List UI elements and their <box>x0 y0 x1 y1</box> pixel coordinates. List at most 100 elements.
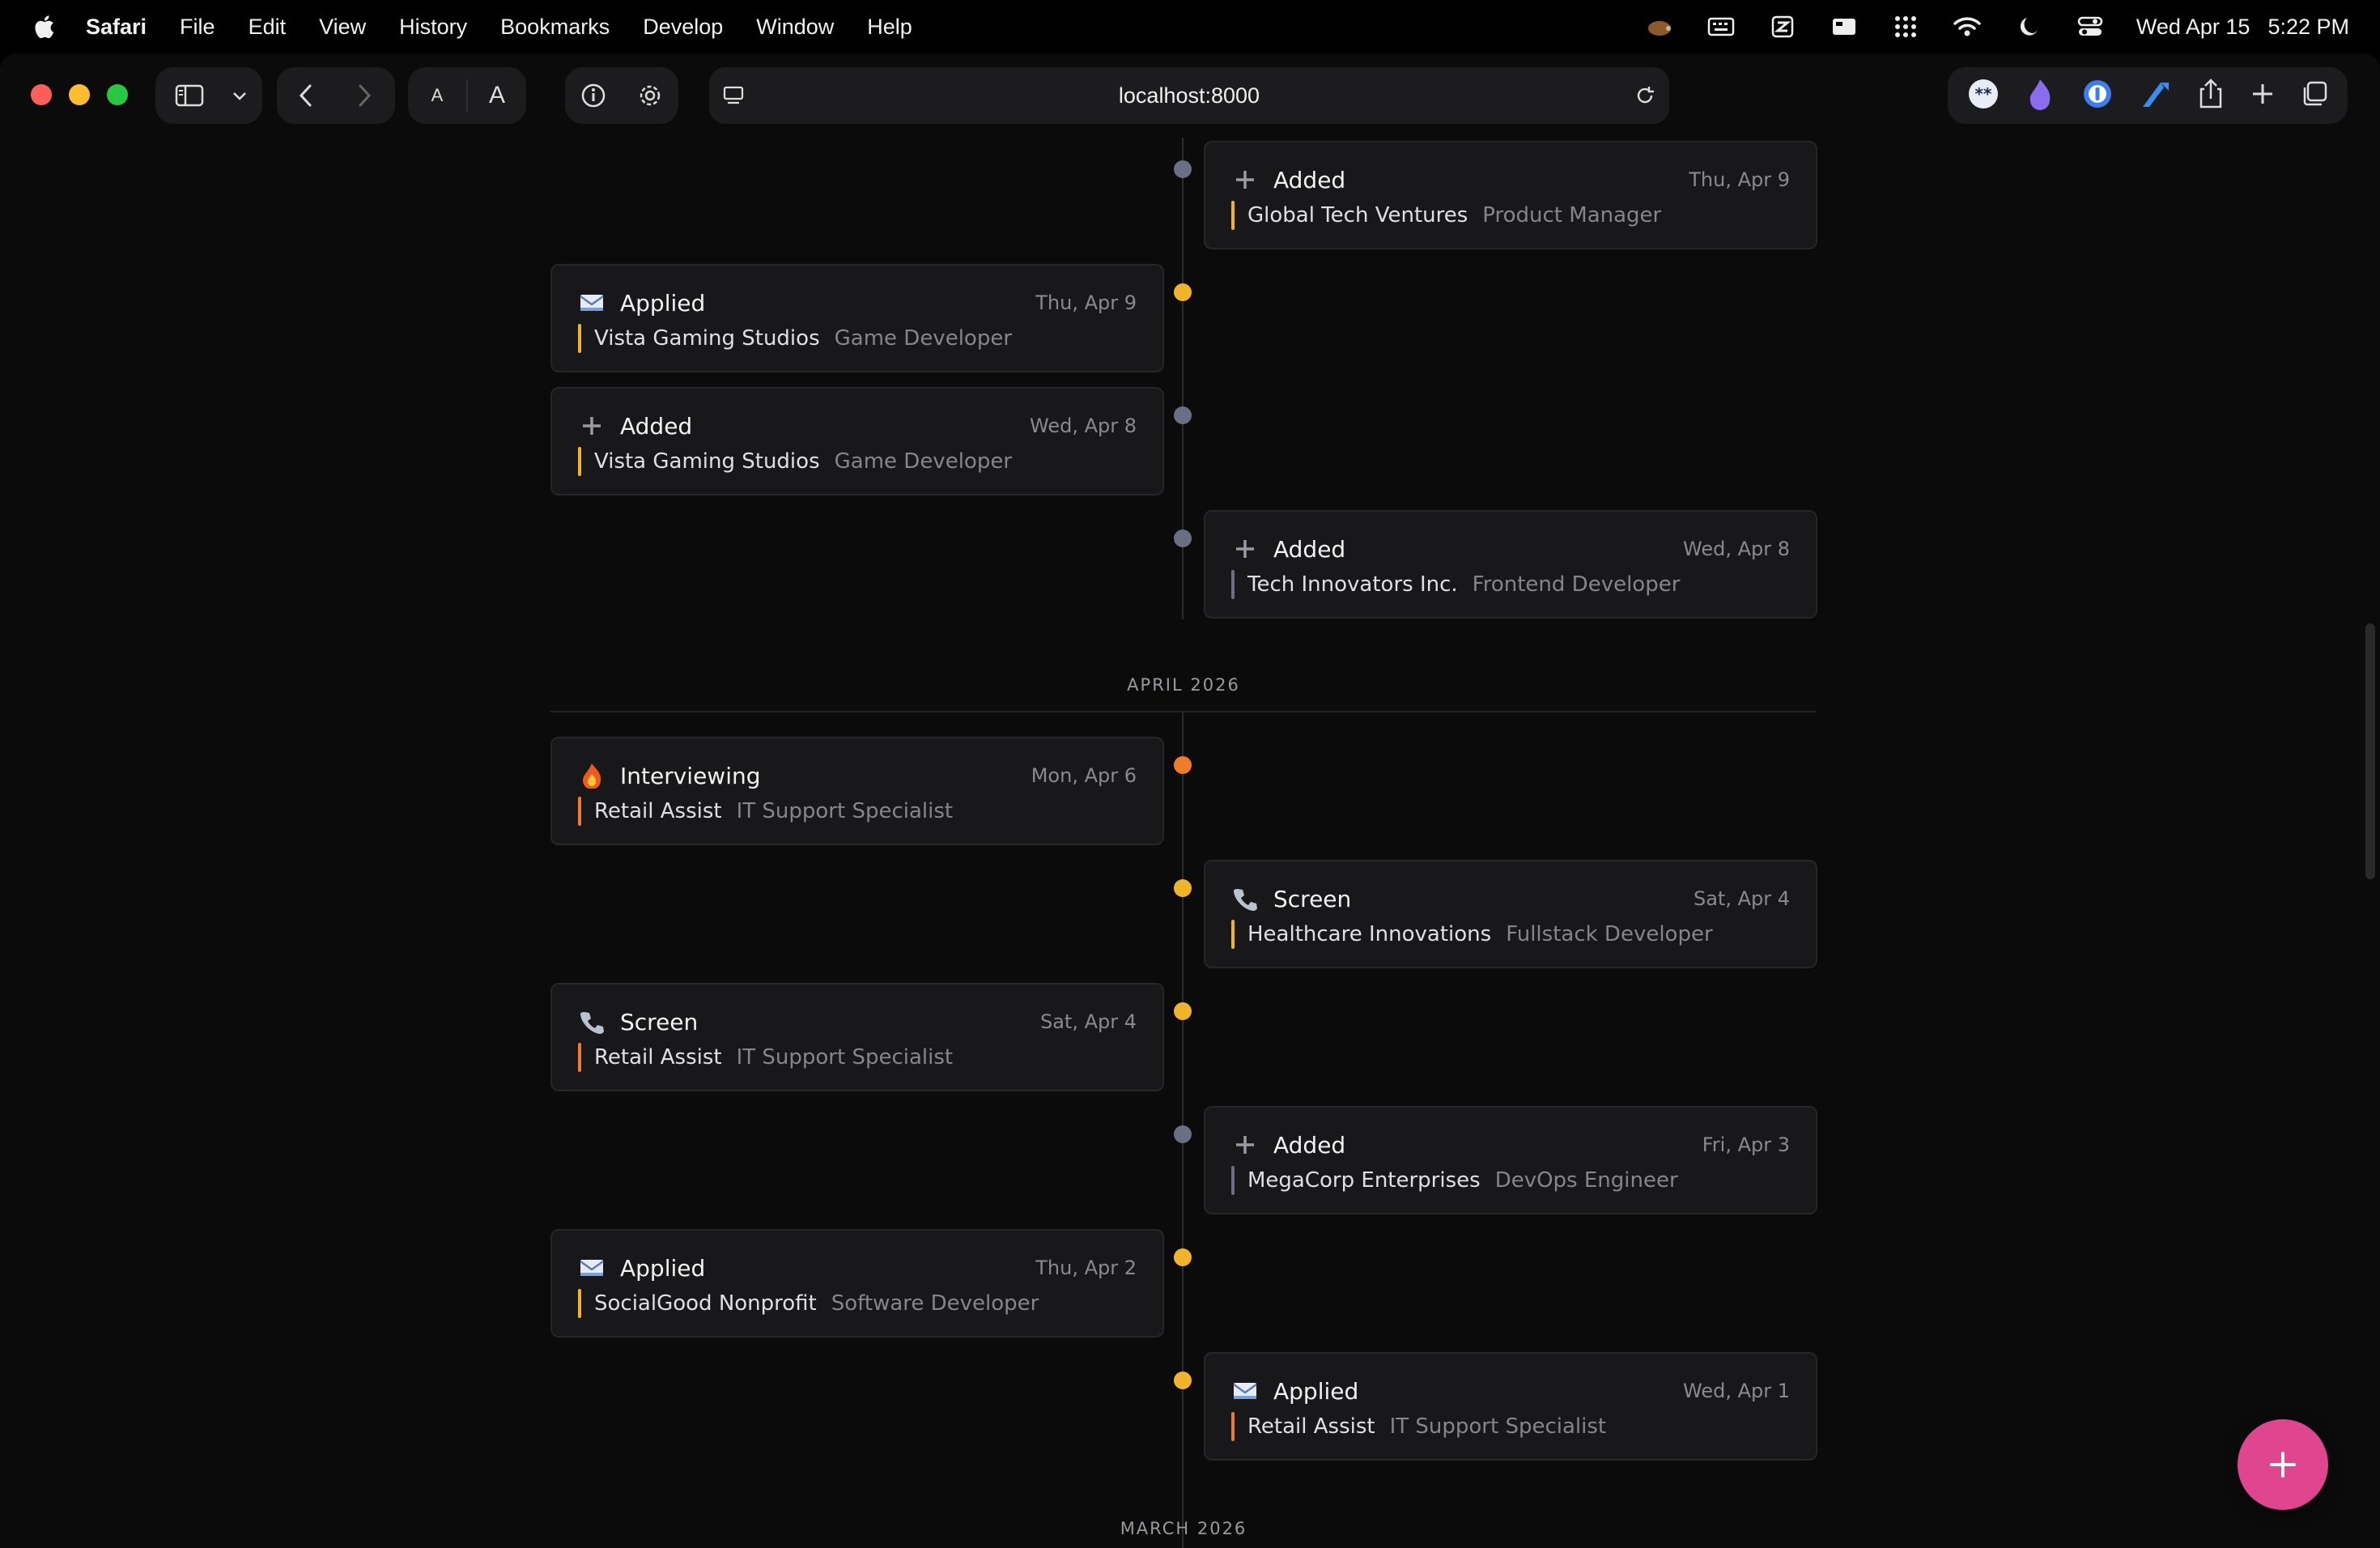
event-date: Wed, Apr 8 <box>1030 415 1137 437</box>
event-type: Interviewing <box>620 762 761 789</box>
new-tab-icon[interactable] <box>2250 82 2275 110</box>
close-window-button[interactable] <box>31 84 52 105</box>
plus-icon <box>1231 167 1259 193</box>
company-name: SocialGood Nonprofit <box>594 1291 817 1316</box>
grid-dots-icon[interactable] <box>1890 15 1921 39</box>
timeline-event-card[interactable]: Applied Thu, Apr 9 Vista Gaming Studios … <box>550 264 1164 372</box>
plus-icon <box>1231 536 1259 562</box>
menu-file[interactable]: File <box>180 15 215 40</box>
timeline-event-card[interactable]: Added Fri, Apr 3 MegaCorp Enterprises De… <box>1204 1106 1817 1214</box>
extension-badge-icon[interactable]: ** <box>1967 78 2000 114</box>
timeline-dot <box>1174 529 1192 547</box>
timeline-event-card[interactable]: Added Wed, Apr 8 Vista Gaming Studios Ga… <box>550 387 1164 495</box>
forward-arrow-icon[interactable] <box>335 67 393 124</box>
company-name: Healthcare Innovations <box>1247 922 1492 946</box>
envelope-icon <box>1231 1378 1259 1404</box>
month-heading: MARCH 2026 <box>1120 1519 1247 1538</box>
wifi-icon[interactable] <box>1952 15 1983 39</box>
browser-toolbar: A A localhost:8000 ** <box>0 53 2380 138</box>
browser-window: A A localhost:8000 ** Added Thu, Apr 9 G… <box>0 53 2380 1548</box>
company-name: Retail Assist <box>1247 1414 1375 1439</box>
add-event-button[interactable] <box>2238 1419 2328 1510</box>
page-menu-icon[interactable] <box>709 85 758 106</box>
status-bar <box>578 1289 581 1318</box>
password-manager-icon[interactable] <box>2081 78 2114 114</box>
clock-time: 5:22 PM <box>2267 14 2349 39</box>
zoom-window-button[interactable] <box>107 84 128 105</box>
svg-text:**: ** <box>1975 84 1992 104</box>
phone-icon <box>1231 886 1259 912</box>
menu-clock[interactable]: Wed Apr 15 5:22 PM <box>2136 15 2349 40</box>
event-date: Sat, Apr 4 <box>1693 887 1790 910</box>
control-center-icon[interactable] <box>2075 15 2106 39</box>
timeline-event-card[interactable]: Screen Sat, Apr 4 Healthcare Innovations… <box>1204 860 1817 968</box>
status-bar <box>578 324 581 353</box>
zed-icon[interactable] <box>1767 15 1798 39</box>
timeline-event-card[interactable]: Applied Wed, Apr 1 Retail Assist IT Supp… <box>1204 1352 1817 1461</box>
tab-overview-icon[interactable] <box>2301 80 2328 112</box>
menu-develop[interactable]: Develop <box>643 15 723 40</box>
info-icon[interactable] <box>565 67 622 124</box>
menu-card-icon[interactable] <box>1829 15 1859 39</box>
job-role: Game Developer <box>834 326 1013 351</box>
timeline-event-card[interactable]: Added Thu, Apr 9 Global Tech Ventures Pr… <box>1204 141 1817 249</box>
menu-app-name[interactable]: Safari <box>86 15 147 40</box>
address-bar[interactable]: localhost:8000 <box>709 67 1669 124</box>
extensions-group: ** <box>1948 67 2348 124</box>
menu-edit[interactable]: Edit <box>249 15 287 40</box>
gear-icon[interactable] <box>622 67 678 124</box>
timeline-dot <box>1174 1125 1192 1143</box>
menu-bookmarks[interactable]: Bookmarks <box>500 15 610 40</box>
timeline-dot <box>1174 406 1192 424</box>
increase-text-size-button[interactable]: A <box>468 67 526 124</box>
macos-menu-bar: Safari File Edit View History Bookmarks … <box>0 0 2380 53</box>
timeline-event-card[interactable]: Added Wed, Apr 8 Tech Innovators Inc. Fr… <box>1204 510 1817 619</box>
event-date: Thu, Apr 2 <box>1035 1257 1137 1279</box>
chevron-down-icon[interactable] <box>223 67 256 124</box>
timeline-dot <box>1174 1248 1192 1266</box>
timeline-event-card[interactable]: Applied Thu, Apr 2 SocialGood Nonprofit … <box>550 1229 1164 1337</box>
job-role: IT Support Specialist <box>736 1045 954 1070</box>
sidebar-toggle-group <box>155 67 262 124</box>
navigation-group <box>277 67 395 124</box>
share-icon[interactable] <box>2198 78 2224 114</box>
job-role: DevOps Engineer <box>1494 1168 1678 1193</box>
timeline-dot <box>1174 1002 1192 1020</box>
status-bar <box>1231 1166 1235 1195</box>
job-role: Fullstack Developer <box>1506 922 1713 946</box>
company-name: MegaCorp Enterprises <box>1247 1168 1481 1193</box>
menu-window[interactable]: Window <box>756 15 834 40</box>
event-date: Wed, Apr 1 <box>1683 1380 1790 1402</box>
decrease-text-size-button[interactable]: A <box>408 67 466 124</box>
url-text[interactable]: localhost:8000 <box>758 83 1621 108</box>
extension-flame-icon[interactable] <box>2025 78 2055 114</box>
menu-view[interactable]: View <box>319 15 366 40</box>
job-role: Product Manager <box>1482 203 1662 228</box>
extension-arrow-icon[interactable] <box>2140 78 2172 114</box>
hedgehog-icon[interactable] <box>1644 15 1675 39</box>
event-date: Wed, Apr 8 <box>1683 538 1790 560</box>
page-scrollbar[interactable] <box>2365 623 2375 879</box>
event-type: Added <box>1273 535 1346 563</box>
month-divider <box>550 711 1817 712</box>
menu-help[interactable]: Help <box>867 15 912 40</box>
back-arrow-icon[interactable] <box>277 67 335 124</box>
company-name: Tech Innovators Inc. <box>1247 572 1458 597</box>
sidebar-icon[interactable] <box>155 67 223 124</box>
apple-logo-icon[interactable] <box>31 13 55 40</box>
plus-icon <box>578 413 606 439</box>
minimize-window-button[interactable] <box>69 84 90 105</box>
event-type: Applied <box>620 289 706 317</box>
status-bar <box>1231 1412 1235 1441</box>
timeline-event-card[interactable]: Screen Sat, Apr 4 Retail Assist IT Suppo… <box>550 983 1164 1091</box>
job-role: Game Developer <box>834 449 1013 474</box>
company-name: Vista Gaming Studios <box>594 449 820 474</box>
company-name: Retail Assist <box>594 799 722 823</box>
reload-icon[interactable] <box>1621 85 1669 106</box>
timeline-event-card[interactable]: Interviewing Mon, Apr 6 Retail Assist IT… <box>550 737 1164 845</box>
keyboard-icon[interactable] <box>1706 15 1736 39</box>
menu-history[interactable]: History <box>399 15 467 40</box>
event-type: Added <box>1273 166 1346 194</box>
event-type: Screen <box>1273 885 1352 912</box>
moon-icon[interactable] <box>2013 15 2044 39</box>
